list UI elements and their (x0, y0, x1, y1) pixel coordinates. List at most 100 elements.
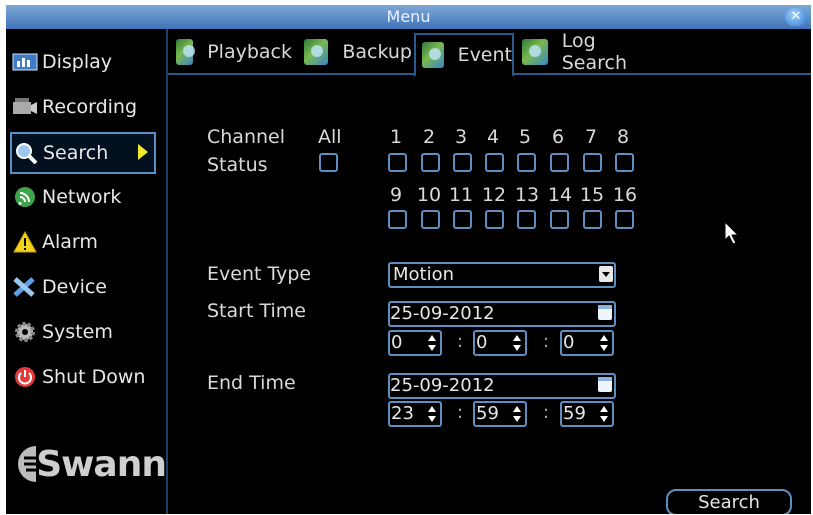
playback-icon (176, 39, 196, 65)
channel-3-checkbox[interactable] (453, 153, 472, 172)
channel-number: 12 (481, 184, 507, 206)
channel-14-checkbox[interactable] (550, 210, 569, 229)
system-icon (11, 321, 39, 343)
calendar-icon[interactable] (598, 305, 612, 320)
sidebar-item-label: Shut Down (42, 366, 146, 388)
tab-backup[interactable]: Backup (298, 33, 412, 71)
channel-6-checkbox[interactable] (550, 153, 569, 172)
start-second-value: 0 (563, 332, 575, 353)
dvr-menu-window: Menu ✕ Display Recording Search Network … (6, 5, 811, 514)
channel-13-checkbox[interactable] (517, 210, 536, 229)
backup-icon (304, 39, 329, 65)
sidebar-item-shut-down[interactable]: Shut Down (11, 358, 157, 396)
sidebar-item-recording[interactable]: Recording (11, 88, 157, 126)
channel-7-checkbox[interactable] (583, 153, 602, 172)
sidebar-item-label: Device (42, 276, 107, 298)
end-hour-spinner[interactable]: 23 (388, 401, 442, 427)
channel-12-checkbox[interactable] (485, 210, 504, 229)
channel-number: 3 (454, 126, 468, 148)
display-icon (11, 51, 39, 73)
channel-15-checkbox[interactable] (583, 210, 602, 229)
all-label: All (318, 126, 342, 148)
start-date-value: 25-09-2012 (390, 303, 495, 324)
channel-5-checkbox[interactable] (517, 153, 536, 172)
channel-11-checkbox[interactable] (453, 210, 472, 229)
channel-number: 7 (584, 126, 598, 148)
sidebar-item-network[interactable]: Network (11, 178, 157, 216)
chevron-down-icon[interactable] (599, 266, 613, 282)
tab-label: Backup (342, 41, 412, 63)
start-second-spinner[interactable]: 0 (560, 330, 614, 356)
event-type-select[interactable]: Motion (388, 262, 616, 288)
log-search-icon (522, 39, 548, 65)
tab-label: Playback (207, 41, 292, 63)
recording-icon (11, 96, 39, 118)
tab-label: Event (457, 44, 512, 66)
sidebar-item-label: Display (42, 51, 113, 73)
event-type-value: Motion (393, 264, 455, 285)
sidebar-item-search[interactable]: Search (10, 132, 156, 174)
search-icon (12, 142, 40, 164)
channel-16-checkbox[interactable] (615, 210, 634, 229)
channel-number: 1 (389, 126, 403, 148)
start-date-field[interactable]: 25-09-2012 (388, 301, 616, 327)
channel-4-checkbox[interactable] (485, 153, 504, 172)
sidebar-item-label: Alarm (42, 231, 98, 253)
spin-arrows-icon[interactable] (427, 333, 437, 353)
calendar-icon[interactable] (598, 377, 612, 392)
channel-number: 15 (579, 184, 605, 206)
time-separator: : (543, 331, 550, 352)
spin-arrows-icon[interactable] (512, 333, 522, 353)
start-minute-spinner[interactable]: 0 (473, 330, 527, 356)
mouse-cursor-icon (724, 220, 740, 249)
start-hour-value: 0 (391, 332, 403, 353)
logo-text: Swann (36, 443, 167, 485)
sidebar-item-system[interactable]: System (11, 313, 157, 351)
spin-arrows-icon[interactable] (427, 404, 437, 424)
device-icon (11, 276, 39, 298)
time-separator: : (457, 402, 464, 423)
channel-2-checkbox[interactable] (421, 153, 440, 172)
sidebar-item-display[interactable]: Display (11, 43, 157, 81)
channel-number: 13 (514, 184, 540, 206)
sidebar-item-label: Network (42, 186, 122, 208)
sidebar-item-label: Recording (42, 96, 138, 118)
tab-event[interactable]: Event (414, 33, 514, 77)
end-date-value: 25-09-2012 (390, 375, 495, 396)
search-button[interactable]: Search (666, 489, 792, 514)
channel-number: 14 (547, 184, 573, 206)
channel-9-checkbox[interactable] (388, 210, 407, 229)
channel-8-checkbox[interactable] (615, 153, 634, 172)
tab-log-search[interactable]: Log Search (516, 30, 666, 74)
start-minute-value: 0 (476, 332, 488, 353)
channel-label: Channel (207, 126, 286, 148)
spin-arrows-icon[interactable] (599, 404, 609, 424)
swann-logo: Swann (16, 439, 167, 489)
sidebar-item-alarm[interactable]: Alarm (11, 223, 157, 261)
channel-number: 11 (448, 184, 474, 206)
status-label: Status (207, 154, 268, 176)
tab-playback[interactable]: Playback (170, 33, 292, 71)
network-icon (11, 186, 39, 208)
end-date-field[interactable]: 25-09-2012 (388, 373, 616, 399)
time-separator: : (543, 402, 550, 423)
channel-number: 16 (612, 184, 638, 206)
tab-label: Log Search (561, 30, 628, 74)
sidebar-item-device[interactable]: Device (11, 268, 157, 306)
spin-arrows-icon[interactable] (512, 404, 522, 424)
channel-10-checkbox[interactable] (421, 210, 440, 229)
channel-all-checkbox[interactable] (319, 153, 338, 172)
end-minute-value: 59 (476, 403, 499, 424)
end-second-spinner[interactable]: 59 (560, 401, 614, 427)
start-time-label: Start Time (207, 300, 306, 322)
tab-bar: Playback Backup Event Log Search (168, 29, 811, 77)
end-minute-spinner[interactable]: 59 (473, 401, 527, 427)
channel-number: 8 (616, 126, 630, 148)
alarm-icon (11, 231, 39, 253)
start-hour-spinner[interactable]: 0 (388, 330, 442, 356)
sidebar-item-label: System (42, 321, 113, 343)
spin-arrows-icon[interactable] (599, 333, 609, 353)
end-time-label: End Time (207, 372, 296, 394)
channel-1-checkbox[interactable] (388, 153, 407, 172)
close-icon[interactable]: ✕ (785, 8, 807, 26)
